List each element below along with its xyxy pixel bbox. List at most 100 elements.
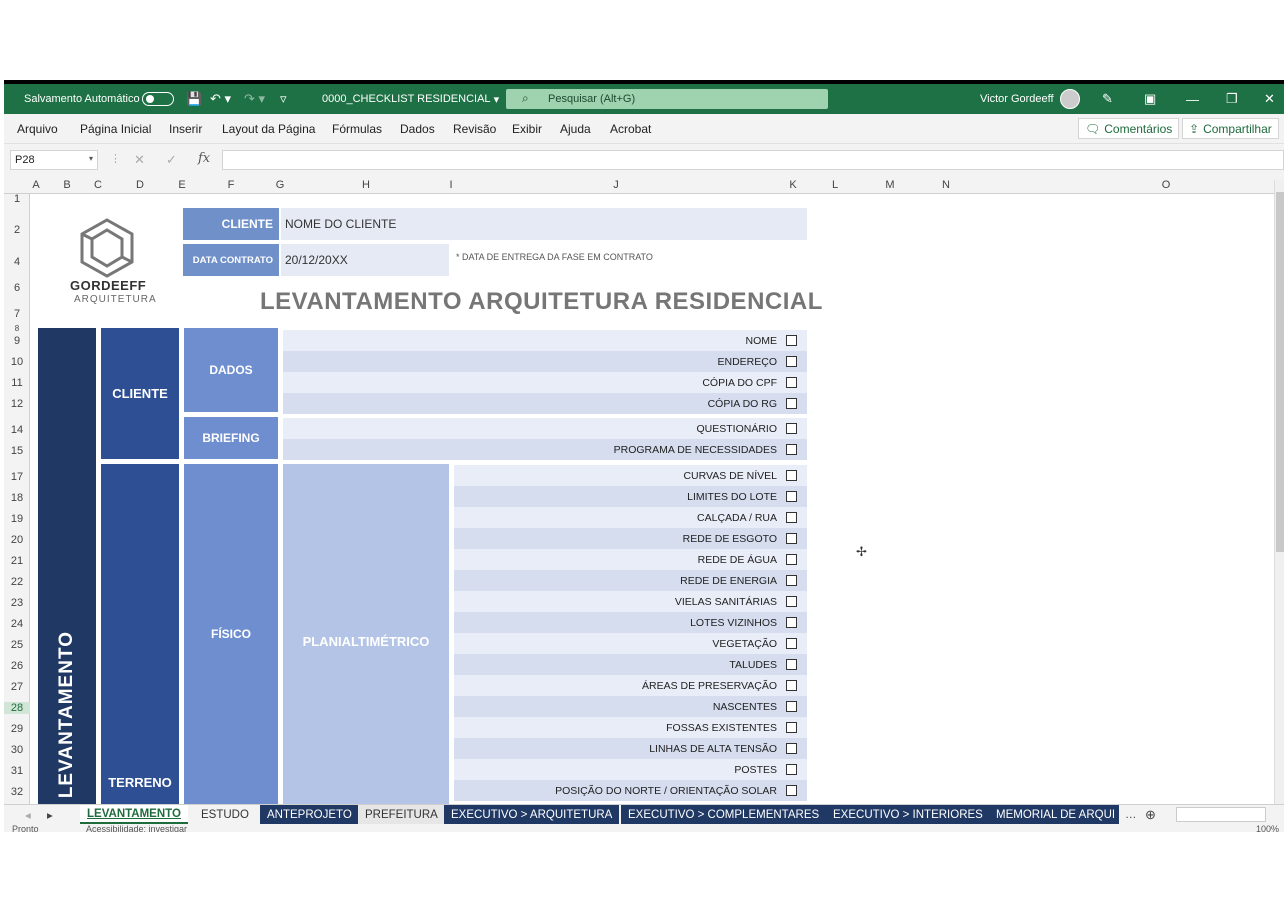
checkbox[interactable] (786, 659, 797, 670)
date-value[interactable]: 20/12/20XX (281, 244, 449, 276)
checkbox[interactable] (786, 596, 797, 607)
restore-icon[interactable]: ❐ (1226, 84, 1238, 114)
row-header[interactable]: 1 (4, 193, 30, 205)
horizontal-scrollbar[interactable] (1176, 807, 1266, 822)
checklist-item[interactable]: ÁREAS DE PRESERVAÇÃO (454, 675, 807, 696)
row-header[interactable]: 19 (4, 513, 30, 525)
row-header[interactable]: 20 (4, 534, 30, 546)
row-header[interactable]: 11 (4, 377, 30, 389)
col-header-l[interactable]: L (832, 179, 838, 191)
row-header[interactable]: 7 (4, 308, 30, 320)
row-header[interactable]: 2 (4, 224, 30, 236)
chevron-down-icon[interactable]: ▾ (89, 154, 93, 163)
tab-estudo[interactable]: ESTUDO (194, 805, 256, 824)
checkbox[interactable] (786, 398, 797, 409)
row-header[interactable]: 6 (4, 282, 30, 294)
status-accessibility[interactable]: Acessibilidade: investigar (86, 824, 187, 832)
tab-levantamento[interactable]: LEVANTAMENTO (80, 805, 188, 824)
tab-executivo-arquitetura[interactable]: EXECUTIVO > ARQUITETURA (444, 805, 620, 824)
menu-revisao[interactable]: Revisão (453, 122, 496, 136)
tab-memorial[interactable]: MEMORIAL DE ARQUI (989, 805, 1119, 824)
col-header-m[interactable]: M (885, 179, 894, 191)
checkbox[interactable] (786, 335, 797, 346)
checklist-item[interactable]: TALUDES (454, 654, 807, 675)
drag-handle-icon[interactable]: ⋮ (110, 152, 121, 165)
client-value[interactable]: NOME DO CLIENTE (281, 208, 807, 240)
checkbox[interactable] (786, 575, 797, 586)
row-header[interactable]: 14 (4, 424, 30, 436)
checkbox[interactable] (786, 680, 797, 691)
checklist-item[interactable]: VEGETAÇÃO (454, 633, 807, 654)
checklist-item[interactable]: NASCENTES (454, 696, 807, 717)
menu-dados[interactable]: Dados (400, 122, 435, 136)
checkbox[interactable] (786, 743, 797, 754)
checkbox[interactable] (786, 533, 797, 544)
checklist-item[interactable]: QUESTIONÁRIO (283, 418, 807, 439)
row-header[interactable]: 27 (4, 681, 30, 693)
checkbox[interactable] (786, 722, 797, 733)
menu-exibir[interactable]: Exibir (512, 122, 542, 136)
checklist-item[interactable]: POSIÇÃO DO NORTE / ORIENTAÇÃO SOLAR (454, 780, 807, 801)
menu-inserir[interactable]: Inserir (169, 122, 202, 136)
col-header-b[interactable]: B (63, 179, 70, 191)
row-header[interactable]: 32 (4, 786, 30, 798)
menu-ajuda[interactable]: Ajuda (560, 122, 591, 136)
name-box[interactable]: P28 ▾ (10, 150, 98, 170)
pen-icon[interactable]: ✎ (1102, 84, 1113, 114)
col-header-g[interactable]: G (276, 179, 285, 191)
row-header[interactable]: 30 (4, 744, 30, 756)
row-header[interactable]: 29 (4, 723, 30, 735)
tab-prev-icon[interactable]: ◂ (18, 805, 38, 824)
row-header[interactable]: 24 (4, 618, 30, 630)
col-header-f[interactable]: F (228, 179, 235, 191)
checklist-item[interactable]: CURVAS DE NÍVEL (454, 465, 807, 486)
redo-icon[interactable]: ↷ ▾ (244, 84, 265, 114)
cancel-icon[interactable]: ✕ (134, 152, 145, 168)
col-header-o[interactable]: O (1162, 179, 1171, 191)
menu-layout-da-pagina[interactable]: Layout da Página (222, 122, 315, 136)
col-header-c[interactable]: C (94, 179, 102, 191)
checkbox[interactable] (786, 638, 797, 649)
col-header-j[interactable]: J (613, 179, 619, 191)
save-icon[interactable]: 💾 (186, 84, 202, 114)
formula-input[interactable] (222, 150, 1284, 170)
row-header[interactable]: 17 (4, 471, 30, 483)
row-header[interactable]: 18 (4, 492, 30, 504)
checkbox[interactable] (786, 554, 797, 565)
checkbox[interactable] (786, 701, 797, 712)
row-header[interactable]: 8 (4, 324, 30, 333)
row-header[interactable]: 15 (4, 445, 30, 457)
checkbox[interactable] (786, 764, 797, 775)
search-box[interactable]: ⌕ Pesquisar (Alt+G) (506, 89, 828, 109)
checkbox[interactable] (786, 491, 797, 502)
checklist-item[interactable]: REDE DE ESGOTO (454, 528, 807, 549)
checklist-item[interactable]: REDE DE ÁGUA (454, 549, 807, 570)
menu-formulas[interactable]: Fórmulas (332, 122, 382, 136)
checkbox[interactable] (786, 785, 797, 796)
col-header-k[interactable]: K (789, 179, 796, 191)
ribbon-display-icon[interactable]: ▣ (1144, 84, 1156, 114)
fx-icon[interactable]: fx (198, 151, 210, 166)
menu-acrobat[interactable]: Acrobat (610, 122, 651, 136)
row-header[interactable]: 22 (4, 576, 30, 588)
menu-pagina-inicial[interactable]: Página Inicial (80, 122, 151, 136)
row-header[interactable]: 12 (4, 398, 30, 410)
row-header[interactable]: 26 (4, 660, 30, 672)
row-header[interactable]: 25 (4, 639, 30, 651)
col-header-d[interactable]: D (136, 179, 144, 191)
checklist-item[interactable]: CÓPIA DO RG (283, 393, 807, 414)
checkbox[interactable] (786, 377, 797, 388)
worksheet[interactable]: GORDEEFF ARQUITETURA CLIENTE NOME DO CLI… (30, 194, 1274, 804)
tab-next-icon[interactable]: ▸ (40, 805, 60, 824)
checklist-item[interactable]: CÓPIA DO CPF (283, 372, 807, 393)
tab-anteprojeto[interactable]: ANTEPROJETO (260, 805, 359, 824)
row-header[interactable]: 21 (4, 555, 30, 567)
col-header-e[interactable]: E (178, 179, 185, 191)
zoom-level[interactable]: 100% (1256, 824, 1279, 832)
checklist-item[interactable]: NOME (283, 330, 807, 351)
row-header[interactable]: 9 (4, 335, 30, 347)
comments-button[interactable]: 🗨 Comentários (1078, 118, 1180, 139)
col-header-n[interactable]: N (942, 179, 950, 191)
checkbox[interactable] (786, 512, 797, 523)
close-icon[interactable]: ✕ (1264, 84, 1275, 114)
